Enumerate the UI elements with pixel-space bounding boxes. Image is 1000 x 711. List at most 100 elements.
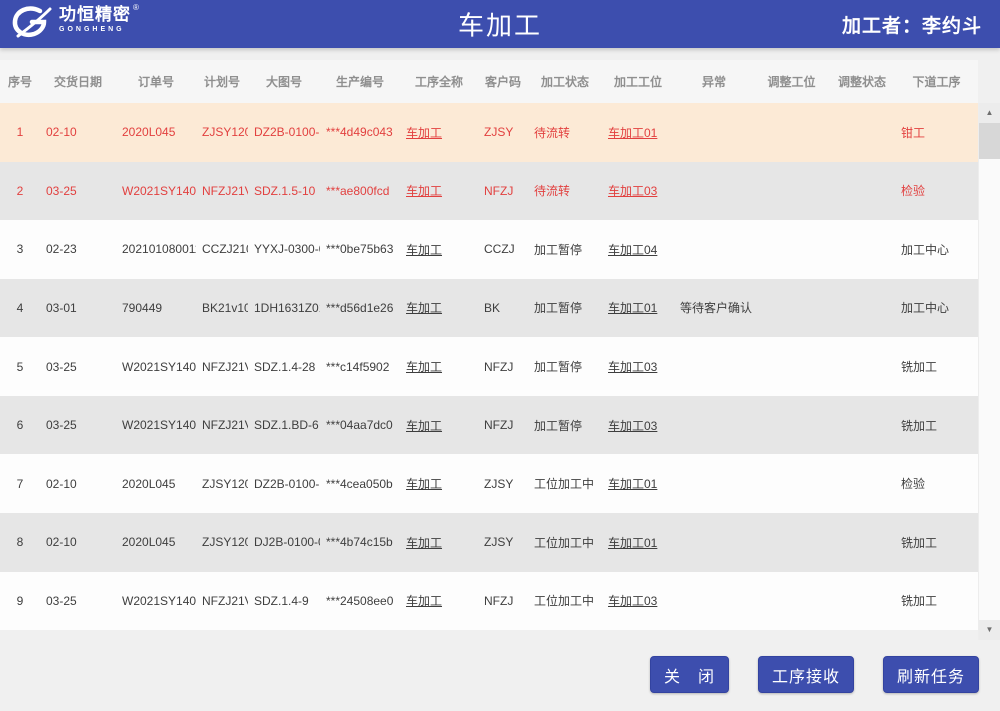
cell-customer-code: ZJSY — [478, 477, 528, 491]
cell-order-no: W2021SY140 — [116, 418, 196, 432]
cell-index: 5 — [0, 360, 40, 374]
footer-actions: 关 闭 工序接收 刷新任务 — [0, 640, 1000, 711]
cell-status: 加工暂停 — [528, 417, 602, 434]
cell-drawing-no: SDZ.1.5-10 — [248, 184, 320, 198]
cell-delivery-date: 03-25 — [40, 418, 116, 432]
table-header-row: 序号 交货日期 订单号 计划号 大图号 生产编号 工序全称 客户码 加工状态 加… — [0, 60, 978, 103]
scroll-up-icon: ▲ — [986, 109, 994, 117]
table-row[interactable]: 4 03-01 790449 BK21v10: 1DH1631Z011 ***d… — [0, 279, 978, 338]
cell-delivery-date: 03-25 — [40, 594, 116, 608]
col-delivery-date: 交货日期 — [40, 73, 116, 90]
cell-next-process: 检验 — [895, 475, 978, 492]
scrollbar-thumb[interactable] — [979, 123, 1000, 159]
scroll-up-button[interactable]: ▲ — [979, 103, 1000, 123]
cell-status: 加工暂停 — [528, 299, 602, 316]
cell-station[interactable]: 车加工03 — [602, 592, 674, 609]
cell-process-name[interactable]: 车加工 — [400, 299, 478, 316]
cell-status: 加工暂停 — [528, 358, 602, 375]
cell-drawing-no: DJ2B-0100-02-03 — [248, 535, 320, 549]
cell-plan-no: NFZJ21V: — [196, 184, 248, 198]
table-row[interactable]: 2 03-25 W2021SY140 NFZJ21V: SDZ.1.5-10 *… — [0, 162, 978, 221]
cell-process-name[interactable]: 车加工 — [400, 417, 478, 434]
cell-process-name[interactable]: 车加工 — [400, 358, 478, 375]
close-button[interactable]: 关 闭 — [650, 656, 729, 693]
table-row[interactable]: 5 03-25 W2021SY140 NFZJ21V: SDZ.1.4-28 *… — [0, 337, 978, 396]
cell-index: 9 — [0, 594, 40, 608]
cell-process-name[interactable]: 车加工 — [400, 534, 478, 551]
cell-plan-no: BK21v10: — [196, 301, 248, 315]
cell-order-no: W2021SY140 — [116, 360, 196, 374]
cell-drawing-no: SDZ.1.4-9 — [248, 594, 320, 608]
cell-station[interactable]: 车加工03 — [602, 182, 674, 199]
cell-next-process: 铣加工 — [895, 417, 978, 434]
table-row[interactable]: 6 03-25 W2021SY140 NFZJ21V: SDZ.1.BD-6 *… — [0, 396, 978, 455]
cell-customer-code: BK — [478, 301, 528, 315]
cell-status: 加工暂停 — [528, 241, 602, 258]
cell-station[interactable]: 车加工04 — [602, 241, 674, 258]
col-status: 加工状态 — [528, 73, 602, 90]
table-row[interactable]: 3 02-23 202101080011 CCZJ2108 YYXJ-0300-… — [0, 220, 978, 279]
col-index: 序号 — [0, 73, 40, 90]
operator-label: 加工者：李约斗 — [842, 11, 1000, 38]
cell-drawing-no: SDZ.1.BD-6 — [248, 418, 320, 432]
cell-station[interactable]: 车加工03 — [602, 417, 674, 434]
cell-station[interactable]: 车加工01 — [602, 299, 674, 316]
cell-exception: 等待客户确认 — [674, 299, 754, 316]
cell-drawing-no: DZ2B-0100-S-N.1 — [248, 477, 320, 491]
table-row[interactable]: 9 03-25 W2021SY140 NFZJ21V: SDZ.1.4-9 **… — [0, 572, 978, 631]
cell-drawing-no: 1DH1631Z011 — [248, 301, 320, 315]
cell-station[interactable]: 车加工01 — [602, 475, 674, 492]
cell-production-no: ***0be75b63 — [320, 242, 400, 256]
registered-mark: ® — [133, 4, 139, 12]
task-table: 1 02-10 2020L045 ZJSY1201 DZ2B-0100-S-N-… — [0, 103, 978, 630]
cell-delivery-date: 02-10 — [40, 125, 116, 139]
cell-index: 4 — [0, 301, 40, 315]
cell-next-process: 铣加工 — [895, 358, 978, 375]
cell-customer-code: ZJSY — [478, 125, 528, 139]
scroll-down-icon: ▼ — [986, 626, 994, 634]
col-station: 加工工位 — [602, 73, 674, 90]
cell-production-no: ***c14f5902 — [320, 360, 400, 374]
cell-order-no: W2021SY140 — [116, 594, 196, 608]
col-adjust-status: 调整状态 — [829, 73, 895, 90]
cell-order-no: 2020L045 — [116, 535, 196, 549]
col-production-no: 生产编号 — [320, 73, 400, 90]
table-row[interactable]: 1 02-10 2020L045 ZJSY1201 DZ2B-0100-S-N-… — [0, 103, 978, 162]
cell-order-no: 2020L045 — [116, 125, 196, 139]
app-window: 功恒精密 ® GONGHENG 车加工 加工者：李约斗 序号 交货日期 订单号 … — [0, 0, 1000, 711]
cell-station[interactable]: 车加工01 — [602, 124, 674, 141]
cell-status: 工位加工中 — [528, 592, 602, 609]
brand-logo-text: 功恒精密 ® GONGHENG — [59, 3, 139, 33]
cell-status: 工位加工中 — [528, 475, 602, 492]
cell-drawing-no: SDZ.1.4-28 — [248, 360, 320, 374]
cell-delivery-date: 03-25 — [40, 184, 116, 198]
cell-drawing-no: DZ2B-0100-S-N- — [248, 125, 320, 139]
table-row[interactable]: 7 02-10 2020L045 ZJSY1201 DZ2B-0100-S-N.… — [0, 454, 978, 513]
cell-process-name[interactable]: 车加工 — [400, 124, 478, 141]
cell-station[interactable]: 车加工01 — [602, 534, 674, 551]
cell-process-name[interactable]: 车加工 — [400, 475, 478, 492]
cell-status: 工位加工中 — [528, 534, 602, 551]
table-scrollbar[interactable]: ▲ ▼ — [978, 103, 1000, 640]
col-next-process: 下道工序 — [895, 73, 978, 90]
scrollbar-track[interactable] — [979, 159, 1000, 620]
table-row[interactable]: 8 02-10 2020L045 ZJSY1201 DJ2B-0100-02-0… — [0, 513, 978, 572]
cell-plan-no: CCZJ2108 — [196, 242, 248, 256]
cell-production-no: ***4cea050b — [320, 477, 400, 491]
cell-index: 3 — [0, 242, 40, 256]
scroll-down-button[interactable]: ▼ — [979, 620, 1000, 640]
cell-status: 待流转 — [528, 182, 602, 199]
page-title: 车加工 — [458, 6, 542, 43]
cell-process-name[interactable]: 车加工 — [400, 592, 478, 609]
process-accept-button[interactable]: 工序接收 — [758, 656, 854, 693]
cell-station[interactable]: 车加工03 — [602, 358, 674, 375]
cell-order-no: W2021SY140 — [116, 184, 196, 198]
cell-plan-no: ZJSY1201 — [196, 535, 248, 549]
refresh-tasks-button[interactable]: 刷新任务 — [883, 656, 979, 693]
cell-index: 8 — [0, 535, 40, 549]
app-header: 功恒精密 ® GONGHENG 车加工 加工者：李约斗 — [0, 0, 1000, 48]
col-customer-code: 客户码 — [478, 73, 528, 90]
brand-logo-icon — [10, 3, 54, 43]
cell-process-name[interactable]: 车加工 — [400, 182, 478, 199]
cell-process-name[interactable]: 车加工 — [400, 241, 478, 258]
